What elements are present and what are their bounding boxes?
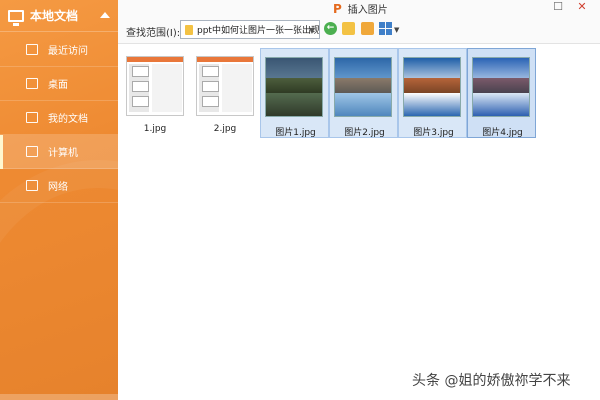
path-value: ppt中如何让图片一张一张出现: [197, 26, 320, 36]
collapse-icon[interactable]: [100, 12, 110, 18]
file-item-3[interactable]: 图片1.jpg: [260, 48, 329, 138]
view-dropdown-icon[interactable]: ▼: [394, 26, 399, 34]
sidebar-footer: [0, 394, 118, 400]
sidebar-item-label: 最近访问: [48, 46, 88, 57]
file-thumbnail: [403, 57, 461, 117]
monitor-icon: [26, 146, 38, 157]
computer-icon: [8, 9, 24, 26]
wps-logo-icon: P: [333, 1, 342, 16]
file-thumbnail: [472, 57, 530, 117]
sidebar-item-desktop[interactable]: 桌面: [0, 67, 118, 101]
file-name: 图片2.jpg: [344, 128, 385, 138]
sidebar-header-label: 本地文档: [30, 9, 79, 23]
window-title: P 插入图片: [333, 1, 388, 17]
file-thumbnail: [265, 57, 323, 117]
desktop-icon: [26, 78, 38, 89]
file-name: 2.jpg: [213, 124, 237, 134]
documents-icon: [26, 112, 38, 123]
file-name: 图片3.jpg: [413, 128, 454, 138]
up-folder-icon[interactable]: [342, 22, 355, 35]
window-title-text: 插入图片: [347, 5, 388, 16]
sidebar-item-label: 计算机: [48, 148, 78, 159]
sidebar-item-computer[interactable]: 计算机: [0, 135, 118, 169]
file-name: 1.jpg: [143, 124, 167, 134]
recent-icon: [26, 44, 38, 55]
file-name: 图片1.jpg: [275, 128, 316, 138]
sidebar-item-label: 网络: [48, 182, 68, 193]
file-thumbnail: [126, 56, 184, 116]
close-button[interactable]: ✕: [574, 0, 590, 14]
back-icon[interactable]: ←: [324, 22, 337, 35]
new-folder-icon[interactable]: [361, 22, 374, 35]
sidebar-item-label: 桌面: [48, 80, 68, 91]
title-bar: P 插入图片 ☐ ✕: [118, 0, 600, 16]
view-menu-icon[interactable]: [379, 22, 392, 35]
file-item-5[interactable]: 图片3.jpg: [398, 48, 467, 138]
toolbar: 查找范围(I): ppt中如何让图片一张一张出现 ▼ ← ▼: [118, 16, 600, 44]
file-list: 1.jpg 2.jpg 图片1.jpg 图片2.jpg 图片3.jpg 图片4.…: [118, 44, 600, 400]
sidebar-header[interactable]: 本地文档: [0, 0, 118, 32]
sidebar-item-label: 我的文档: [48, 114, 88, 125]
sidebar-item-documents[interactable]: 我的文档: [0, 101, 118, 135]
file-name: 图片4.jpg: [482, 128, 523, 138]
sidebar-item-network[interactable]: 网络: [0, 169, 118, 203]
file-thumbnail: [334, 57, 392, 117]
file-item-2[interactable]: 2.jpg: [192, 48, 258, 136]
scope-label: 查找范围(I):: [126, 28, 181, 39]
sidebar-item-recent[interactable]: 最近访问: [0, 33, 118, 67]
watermark-text: 头条 @姐的娇傲祢学不来: [412, 373, 571, 389]
file-thumbnail: [196, 56, 254, 116]
file-item-1[interactable]: 1.jpg: [122, 48, 188, 136]
folder-icon: [185, 24, 193, 35]
file-item-6[interactable]: 图片4.jpg: [467, 48, 536, 138]
file-item-4[interactable]: 图片2.jpg: [329, 48, 398, 138]
path-dropdown[interactable]: ppt中如何让图片一张一张出现 ▼: [180, 20, 320, 39]
sidebar: 本地文档 最近访问 桌面 我的文档 计算机 网络: [0, 0, 118, 400]
chevron-down-icon[interactable]: ▼: [309, 26, 315, 35]
network-icon: [26, 180, 38, 191]
maximize-button[interactable]: ☐: [550, 0, 566, 14]
